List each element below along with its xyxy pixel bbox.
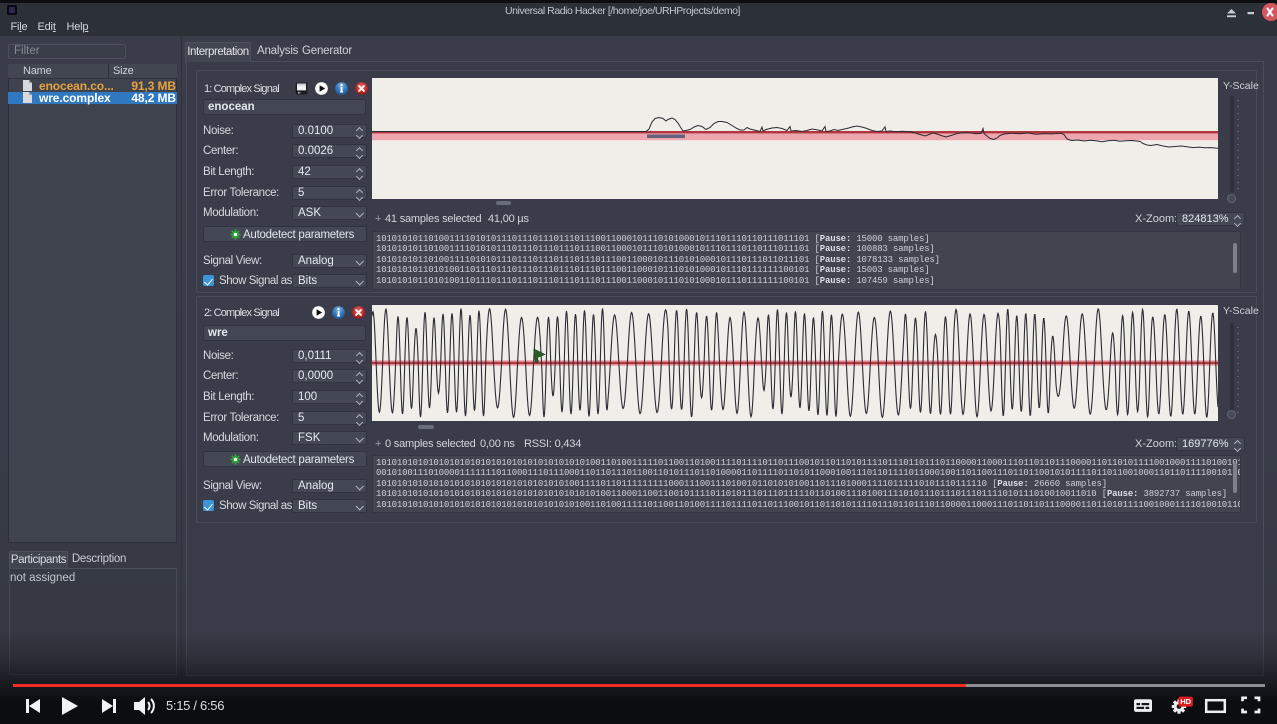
svg-text:HD: HD — [1180, 697, 1191, 706]
